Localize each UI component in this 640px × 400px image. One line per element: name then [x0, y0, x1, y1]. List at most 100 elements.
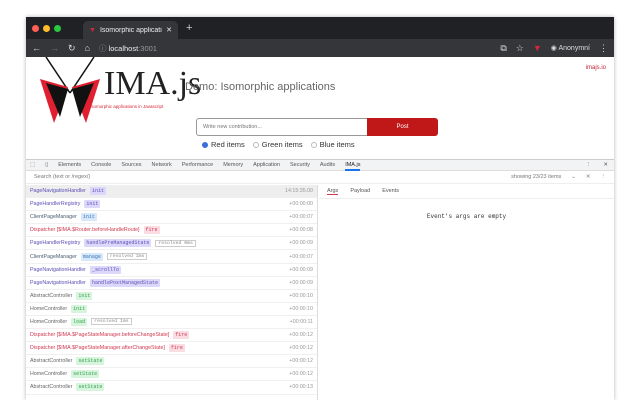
ima-logo	[40, 57, 100, 123]
settings-menu-icon[interactable]: ⋮	[601, 174, 607, 180]
event-row[interactable]: Dispatcher [$IMA.$PageStateManager.befor…	[26, 329, 317, 343]
event-time: +00:00:00	[289, 201, 313, 208]
event-method-badge: load	[71, 317, 88, 326]
tab-application[interactable]: Application	[253, 162, 280, 168]
star-icon[interactable]: ☆	[516, 43, 524, 54]
minimize-window-button[interactable]	[43, 24, 50, 32]
maximize-window-button[interactable]	[54, 24, 61, 32]
tab-events[interactable]: Events	[382, 188, 399, 195]
address-bar[interactable]: ⓘ localhost:3001	[99, 43, 491, 54]
detail-tabs: Args Payload Events	[319, 185, 614, 199]
event-time: +00:00:10	[289, 292, 313, 299]
radio-label: Blue items	[319, 140, 355, 149]
tab-imajs[interactable]: IMA.js	[345, 160, 361, 171]
close-tab-icon[interactable]: ✕	[166, 26, 172, 34]
event-time: +00:00:12	[289, 332, 313, 339]
event-source: PageNavigationHandler	[30, 266, 86, 273]
event-row[interactable]: PageNavigationHandler _scrollTo +00:00:09	[26, 264, 317, 277]
event-list[interactable]: PageNavigationHandler init 14:15:35.00 Page…	[26, 185, 318, 400]
event-time: +00:00:12	[289, 345, 313, 352]
devtools-tabs: ⬚ ▯ Elements Console Sources Network Perform…	[26, 159, 614, 171]
event-source: PageHandlerRegistry	[30, 201, 81, 208]
event-row[interactable]: HomeController load resolved 1ms +00:00:11	[26, 316, 317, 330]
tab-console[interactable]: Console	[91, 162, 111, 168]
contribution-input[interactable]	[196, 118, 367, 136]
tab-bar: ▼ Isomorphic applications feed – I ✕ +	[26, 17, 614, 39]
event-method-badge: init	[89, 187, 106, 196]
radio-green-items[interactable]: Green items	[252, 140, 303, 150]
tab-security[interactable]: Security	[290, 162, 310, 168]
device-icon[interactable]: ▯	[45, 162, 48, 168]
color-filter: Red items Green items Blue items	[202, 140, 355, 150]
event-row[interactable]: PageNavigationHandler init 14:15:35.00	[26, 185, 317, 199]
home-icon[interactable]: ⌂	[85, 43, 90, 53]
close-window-button[interactable]	[32, 24, 39, 32]
new-tab-button[interactable]: +	[186, 22, 192, 34]
forward-icon[interactable]: →	[50, 43, 59, 53]
inspect-icon[interactable]: ⬚	[30, 162, 35, 168]
tab-args[interactable]: Args	[327, 188, 339, 195]
browser-tab[interactable]: ▼ Isomorphic applications feed – I ✕	[83, 21, 178, 39]
event-method-badge: manage	[80, 252, 103, 261]
radio-blue-items[interactable]: Blue items	[310, 140, 355, 150]
event-time: +00:00:09	[289, 279, 313, 286]
event-source: AbstractController	[30, 358, 73, 365]
menu-icon[interactable]: ⋮	[599, 43, 608, 54]
event-time: +00:00:12	[289, 358, 313, 365]
event-source: AbstractController	[30, 384, 73, 391]
event-source: PageHandlerRegistry	[30, 240, 81, 247]
event-row[interactable]: Dispatcher [$IMA.$Router.beforeHandleRou…	[26, 224, 317, 238]
translate-icon[interactable]: ⧉	[500, 43, 506, 54]
event-row[interactable]: AbstractController setState +00:00:13	[26, 381, 317, 395]
tab-audits[interactable]: Audits	[320, 162, 335, 168]
imajs-link[interactable]: imajs.io	[586, 65, 606, 71]
event-method-badge: fire	[173, 331, 190, 340]
event-source: PageNavigationHandler	[30, 279, 86, 286]
tab-sources[interactable]: Sources	[121, 162, 141, 168]
collapse-icon[interactable]: ⌄	[571, 174, 576, 180]
tagline: Isomorphic applications in Javascript	[90, 104, 164, 109]
event-source: PageNavigationHandler	[30, 188, 86, 195]
event-method-badge: fire	[143, 226, 160, 235]
event-source: Dispatcher [$IMA.$PageStateManager.after…	[30, 345, 165, 352]
clear-icon[interactable]: ✕	[586, 174, 591, 180]
close-devtools-icon[interactable]: ✕	[603, 162, 608, 168]
post-button[interactable]: Post	[367, 118, 438, 136]
event-row[interactable]: HomeController setState +00:00:12	[26, 368, 317, 382]
tab-network[interactable]: Network	[152, 162, 172, 168]
event-row[interactable]: ClientPageManager init +00:00:07	[26, 211, 317, 225]
event-time: +00:00:09	[289, 266, 313, 273]
event-row[interactable]: PageHandlerRegistry init +00:00:00	[26, 198, 317, 212]
tab-payload[interactable]: Payload	[350, 188, 370, 195]
event-method-badge: fire	[168, 344, 185, 353]
event-method-badge: handlePreManagedState	[84, 239, 152, 248]
event-row[interactable]: Dispatcher [$IMA.$PageStateManager.after…	[26, 342, 317, 356]
event-row[interactable]: AbstractController setState +00:00:12	[26, 355, 317, 369]
profile-button[interactable]: ◉ Anonymní	[551, 44, 590, 52]
devtools-panel: ⬚ ▯ Elements Console Sources Network Perform…	[26, 159, 614, 400]
tab-performance[interactable]: Performance	[182, 162, 214, 168]
event-row[interactable]: PageNavigationHandler handlePostManagedSt…	[26, 277, 317, 290]
event-time: +00:00:08	[289, 227, 313, 234]
event-method-badge: setState	[76, 357, 105, 366]
promise-status: resolved 1ms	[91, 318, 132, 326]
tab-elements[interactable]: Elements	[58, 162, 81, 168]
event-source: HomeController	[30, 305, 68, 312]
reload-icon[interactable]: ↻	[68, 43, 76, 54]
search-input[interactable]: Search (text or /regex/)	[34, 174, 90, 180]
event-row[interactable]: AbstractController init +00:00:10	[26, 290, 317, 303]
event-row[interactable]: HomeController init +00:00:10	[26, 303, 317, 316]
tab-title: Isomorphic applications feed – I	[99, 26, 162, 34]
radio-red-items[interactable]: Red items	[202, 140, 245, 150]
search-bar: Search (text or /regex/) showing 23/23 i…	[26, 171, 614, 184]
ima-extension-icon[interactable]: ▼	[533, 43, 542, 53]
tab-memory[interactable]: Memory	[223, 162, 243, 168]
more-icon[interactable]: ⋮	[586, 162, 592, 168]
back-icon[interactable]: ←	[32, 43, 41, 53]
promise-status: resolved 1ms	[106, 253, 148, 261]
event-source: Dispatcher [$IMA.$Router.beforeHandleRou…	[30, 227, 140, 234]
event-method-badge: init	[80, 213, 97, 222]
post-form: Post	[196, 118, 438, 136]
event-row[interactable]: ClientPageManager manage resolved 1ms +00:0…	[26, 250, 317, 264]
event-row[interactable]: PageHandlerRegistry handlePreManagedState…	[26, 237, 317, 251]
